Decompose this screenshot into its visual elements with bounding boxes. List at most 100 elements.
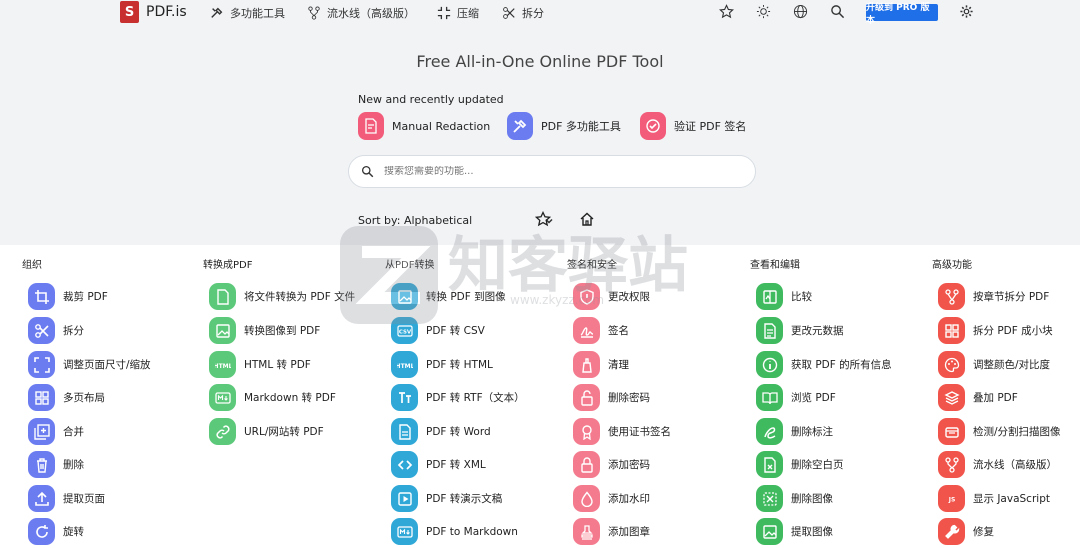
logo[interactable]: S PDF.is (120, 1, 187, 23)
js-icon: JS (938, 485, 965, 512)
droplet-icon (573, 485, 600, 512)
nav-compress[interactable]: 压缩 (437, 5, 479, 21)
tool-item[interactable]: 修复 (938, 518, 1080, 545)
tool-item[interactable]: 删除空白页 (756, 451, 916, 478)
tool-item[interactable]: PDF 转 XML (391, 451, 551, 478)
tool-item[interactable]: PDF 转 Word (391, 418, 551, 445)
home-icon[interactable] (579, 211, 595, 227)
tool-item[interactable]: 签名 (573, 317, 733, 344)
grid-icon (28, 384, 55, 411)
tool-label: 叠加 PDF (973, 392, 1018, 404)
tool-item[interactable]: HTML HTML 转 PDF (209, 351, 369, 378)
certificate-icon (573, 418, 600, 445)
tool-item[interactable]: PDF 转演示文稿 (391, 485, 551, 512)
tool-item[interactable]: 裁剪 PDF (28, 283, 188, 310)
tool-label: 拆分 (63, 325, 84, 337)
tool-item[interactable]: 拆分 PDF 成小块 (938, 317, 1080, 344)
tool-label: 合并 (63, 426, 84, 438)
nav-split[interactable]: 拆分 (502, 5, 544, 21)
tool-item[interactable]: 添加密码 (573, 451, 733, 478)
tool-label: URL/网站转 PDF (244, 426, 324, 438)
theme-toggle-icon[interactable] (756, 4, 771, 19)
search-icon[interactable] (830, 4, 845, 19)
search-bar[interactable] (348, 155, 756, 188)
html-icon: HTML (209, 351, 236, 378)
tool-item[interactable]: 更改元数据 (756, 317, 916, 344)
tool-label: 更改权限 (608, 291, 650, 303)
rotate-icon (28, 518, 55, 545)
recent-verify-signature[interactable]: 验证 PDF 签名 (640, 112, 746, 140)
grid-icon (938, 317, 965, 344)
tool-item[interactable]: 删除密码 (573, 384, 733, 411)
tool-label: 删除空白页 (791, 459, 844, 471)
tool-item[interactable]: 获取 PDF 的所有信息 (756, 351, 916, 378)
gear-icon[interactable] (959, 4, 974, 19)
tool-item[interactable]: 转换图像到 PDF (209, 317, 369, 344)
metadata-icon (756, 317, 783, 344)
tool-label: 添加密码 (608, 459, 650, 471)
tool-item[interactable]: 删除图像 (756, 485, 916, 512)
tool-item[interactable]: 添加图章 (573, 518, 733, 545)
tool-item[interactable]: 删除 (28, 451, 188, 478)
tool-label: 将文件转换为 PDF 文件 (244, 291, 356, 303)
recent-manual-redaction[interactable]: Manual Redaction (358, 112, 490, 140)
favorites-star-icon[interactable] (535, 211, 551, 227)
nav-pipeline[interactable]: 流水线（高级版） (307, 5, 415, 21)
tool-item[interactable]: 调整颜色/对比度 (938, 351, 1080, 378)
tool-label: 裁剪 PDF (63, 291, 108, 303)
tool-item[interactable]: 浏览 PDF (756, 384, 916, 411)
tool-item[interactable]: 提取图像 (756, 518, 916, 545)
search-input[interactable] (384, 166, 724, 177)
tool-item[interactable]: 调整页面尺寸/缩放 (28, 351, 188, 378)
column-heading: 转换成PDF (203, 260, 253, 271)
svg-text:HTML: HTML (397, 363, 413, 370)
redaction-icon (358, 112, 384, 140)
tool-item[interactable]: 比较 (756, 283, 916, 310)
tool-item[interactable]: 将文件转换为 PDF 文件 (209, 283, 369, 310)
tool-label: PDF 转 XML (426, 459, 486, 471)
tool-item[interactable]: 拆分 (28, 317, 188, 344)
tool-item[interactable]: HTML PDF 转 HTML (391, 351, 551, 378)
tool-item[interactable]: URL/网站转 PDF (209, 418, 369, 445)
tool-item[interactable]: 检测/分割扫描图像 (938, 418, 1080, 445)
tool-item[interactable]: CSV PDF 转 CSV (391, 317, 551, 344)
tool-label: 转换 PDF 到图像 (426, 291, 506, 303)
tool-item[interactable]: 清理 (573, 351, 733, 378)
nav-multi-tool[interactable]: 多功能工具 (210, 5, 285, 21)
upgrade-pro-button[interactable]: 升级到 PRO 版本 (866, 3, 938, 26)
tool-item[interactable]: PDF 转 RTF（文本） (391, 384, 551, 411)
scissors-icon (503, 7, 515, 19)
tool-item[interactable]: 叠加 PDF (938, 384, 1080, 411)
svg-text:CSV: CSV (398, 329, 411, 335)
tool-label: PDF 转 CSV (426, 325, 485, 337)
compress-icon (437, 6, 451, 20)
book-icon (756, 384, 783, 411)
tool-item[interactable]: 使用证书签名 (573, 418, 733, 445)
sort-dropdown[interactable]: Sort by: Alphabetical (358, 214, 554, 227)
tool-label: PDF 转演示文稿 (426, 493, 503, 505)
tool-item[interactable]: JS 显示 JavaScript (938, 485, 1080, 512)
star-icon[interactable] (719, 4, 734, 19)
tool-item[interactable]: Markdown 转 PDF (209, 384, 369, 411)
tool-item[interactable]: 多页布局 (28, 384, 188, 411)
tool-item[interactable]: PDF to Markdown (391, 518, 551, 545)
tool-item[interactable]: 旋转 (28, 518, 188, 545)
tool-item[interactable]: 提取页面 (28, 485, 188, 512)
tool-item[interactable]: 更改权限 (573, 283, 733, 310)
tool-item[interactable]: 流水线（高级版） (938, 451, 1080, 478)
nav-label: 多功能工具 (230, 7, 285, 20)
tool-item[interactable]: 删除标注 (756, 418, 916, 445)
tool-label: 转换图像到 PDF (244, 325, 321, 337)
tool-item[interactable]: 添加水印 (573, 485, 733, 512)
crop-icon (28, 283, 55, 310)
language-globe-icon[interactable] (793, 4, 808, 19)
tool-label: 提取图像 (791, 526, 833, 538)
recent-multi-tool[interactable]: PDF 多功能工具 (507, 112, 621, 140)
svg-text:JS: JS (947, 496, 955, 503)
tool-item[interactable]: 合并 (28, 418, 188, 445)
tool-label: 检测/分割扫描图像 (973, 426, 1061, 438)
svg-text:HTML: HTML (215, 363, 231, 370)
tool-item[interactable]: 按章节拆分 PDF (938, 283, 1080, 310)
tool-item[interactable]: 转换 PDF 到图像 (391, 283, 551, 310)
lock-icon (573, 451, 600, 478)
